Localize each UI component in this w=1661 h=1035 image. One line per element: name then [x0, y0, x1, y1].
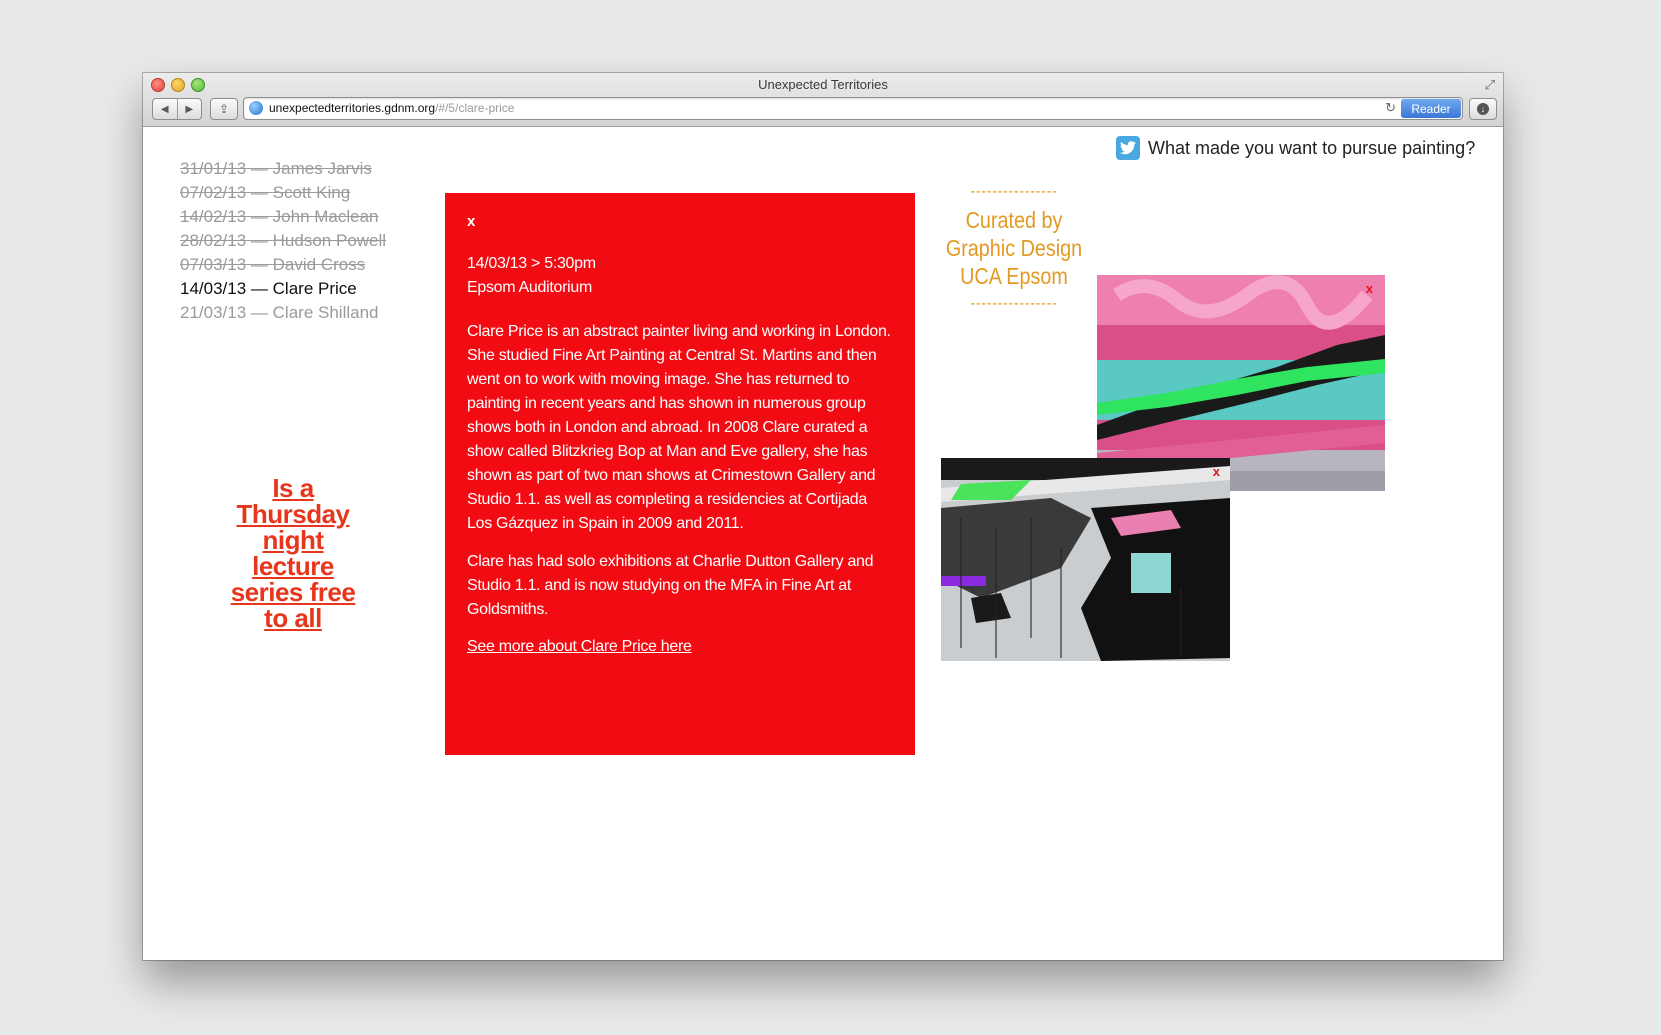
share-button[interactable]: ⇪	[210, 98, 238, 120]
lecture-separator: —	[250, 207, 268, 226]
tagline-line: night	[262, 525, 324, 555]
tagline-line: lecture	[252, 551, 334, 581]
lecture-list: 31/01/13 — James Jarvis 07/02/13 — Scott …	[180, 157, 386, 325]
lecture-date: 31/01/13	[180, 159, 247, 178]
globe-icon	[249, 101, 263, 115]
lecture-date: 14/03/13	[180, 279, 247, 298]
see-more-link[interactable]: See more about Clare Price here	[467, 638, 692, 656]
dash-divider: ----------------	[970, 183, 1058, 200]
lecture-item[interactable]: 07/03/13 — David Cross	[180, 253, 386, 277]
curated-line: Curated by	[965, 207, 1063, 233]
close-artwork-button[interactable]: x	[1213, 464, 1220, 479]
dash-divider: ----------------	[970, 295, 1058, 312]
lecture-venue: Epsom Auditorium	[467, 279, 593, 296]
history-nav: ◀ ▶	[152, 98, 202, 120]
lecture-date: 07/02/13	[180, 183, 247, 202]
downloads-button[interactable]: ↓	[1469, 98, 1497, 120]
tagline-line: to all	[264, 603, 322, 633]
lecture-name: Clare Shilland	[272, 303, 379, 322]
url-host: unexpectedterritories.gdnm.org	[269, 101, 436, 115]
window-title: Unexpected Territories	[758, 77, 888, 92]
bio-paragraph: Clare Price is an abstract painter livin…	[467, 323, 891, 532]
lecture-item[interactable]: 28/02/13 — Hudson Powell	[180, 229, 386, 253]
lecture-separator: —	[250, 255, 268, 274]
lecture-separator: —	[250, 159, 268, 178]
lecture-date: 14/02/13	[180, 207, 247, 226]
lecture-name: David Cross	[272, 255, 366, 274]
lecture-separator: —	[250, 303, 268, 322]
artwork-image-grey[interactable]: x	[941, 458, 1230, 661]
share-icon: ⇪	[218, 102, 230, 116]
lecture-name: Hudson Powell	[272, 231, 387, 250]
lecture-name: Scott King	[272, 183, 351, 202]
back-arrow-icon: ◀	[160, 103, 169, 115]
url-text[interactable]: unexpectedterritories.gdnm.org/#/5/clare…	[269, 101, 514, 115]
browser-toolbar: Unexpected Territories ⤢ ◀ ▶ ⇪ unexpecte…	[143, 73, 1503, 127]
curated-line: Graphic Design	[945, 235, 1083, 261]
forward-arrow-icon: ▶	[185, 103, 194, 115]
close-info-button[interactable]: x	[467, 213, 893, 230]
reader-button[interactable]: Reader	[1401, 99, 1461, 118]
lecture-item[interactable]: 14/02/13 — John Maclean	[180, 205, 386, 229]
lecture-name: John Maclean	[272, 207, 379, 226]
reload-icon[interactable]: ↻	[1385, 100, 1396, 116]
lecture-info-panel: x 14/03/13 > 5:30pm Epsom Auditorium Cla…	[445, 193, 915, 755]
lecture-name: James Jarvis	[272, 159, 372, 178]
lecture-separator: —	[250, 183, 268, 202]
tagline-line: Is a	[272, 473, 314, 503]
lecture-item[interactable]: 14/03/13 — Clare Price	[180, 277, 386, 301]
curated-by-block: ---------------- Curated by Graphic Desi…	[945, 184, 1083, 312]
tagline-line: Thursday	[236, 499, 350, 529]
lecture-separator: —	[250, 279, 268, 298]
curated-line: UCA Epsom	[960, 263, 1068, 289]
lecture-item[interactable]: 07/02/13 — Scott King	[180, 181, 386, 205]
lecture-datetime: 14/03/13 > 5:30pm	[467, 255, 596, 272]
download-icon: ↓	[1477, 103, 1489, 115]
fullscreen-icon[interactable]: ⤢	[1485, 77, 1495, 93]
back-button[interactable]: ◀	[153, 99, 177, 119]
page-content: 31/01/13 — James Jarvis 07/02/13 — Scott …	[143, 127, 1503, 960]
twitter-icon[interactable]	[1116, 136, 1140, 160]
lecture-item[interactable]: 21/03/13 — Clare Shilland	[180, 301, 386, 325]
painting-grey-drip	[941, 458, 1230, 661]
lecture-name: Clare Price	[272, 279, 357, 298]
forward-button[interactable]: ▶	[176, 99, 202, 119]
bio-paragraph: Clare has had solo exhibitions at Charli…	[467, 553, 874, 618]
lecture-item[interactable]: 31/01/13 — James Jarvis	[180, 157, 386, 181]
tweet-question-text[interactable]: What made you want to pursue painting?	[1148, 138, 1475, 159]
tweet-question[interactable]: What made you want to pursue painting?	[1116, 136, 1475, 160]
curated-by-text: Curated by Graphic Design UCA Epsom	[945, 206, 1083, 290]
lecture-separator: —	[250, 231, 268, 250]
url-path: /#/5/clare-price	[435, 101, 515, 115]
tagline-link[interactable]: Is a Thursday night lecture series free to al…	[220, 475, 366, 631]
lecture-date: 07/03/13	[180, 255, 247, 274]
address-bar[interactable]: unexpectedterritories.gdnm.org/#/5/clare…	[243, 97, 1463, 120]
lecture-date: 21/03/13	[180, 303, 247, 322]
lecture-date: 28/02/13	[180, 231, 247, 250]
tagline-line: series free	[230, 577, 356, 607]
close-artwork-button[interactable]: x	[1366, 281, 1373, 296]
browser-window: Unexpected Territories ⤢ ◀ ▶ ⇪ unexpecte…	[143, 73, 1503, 960]
